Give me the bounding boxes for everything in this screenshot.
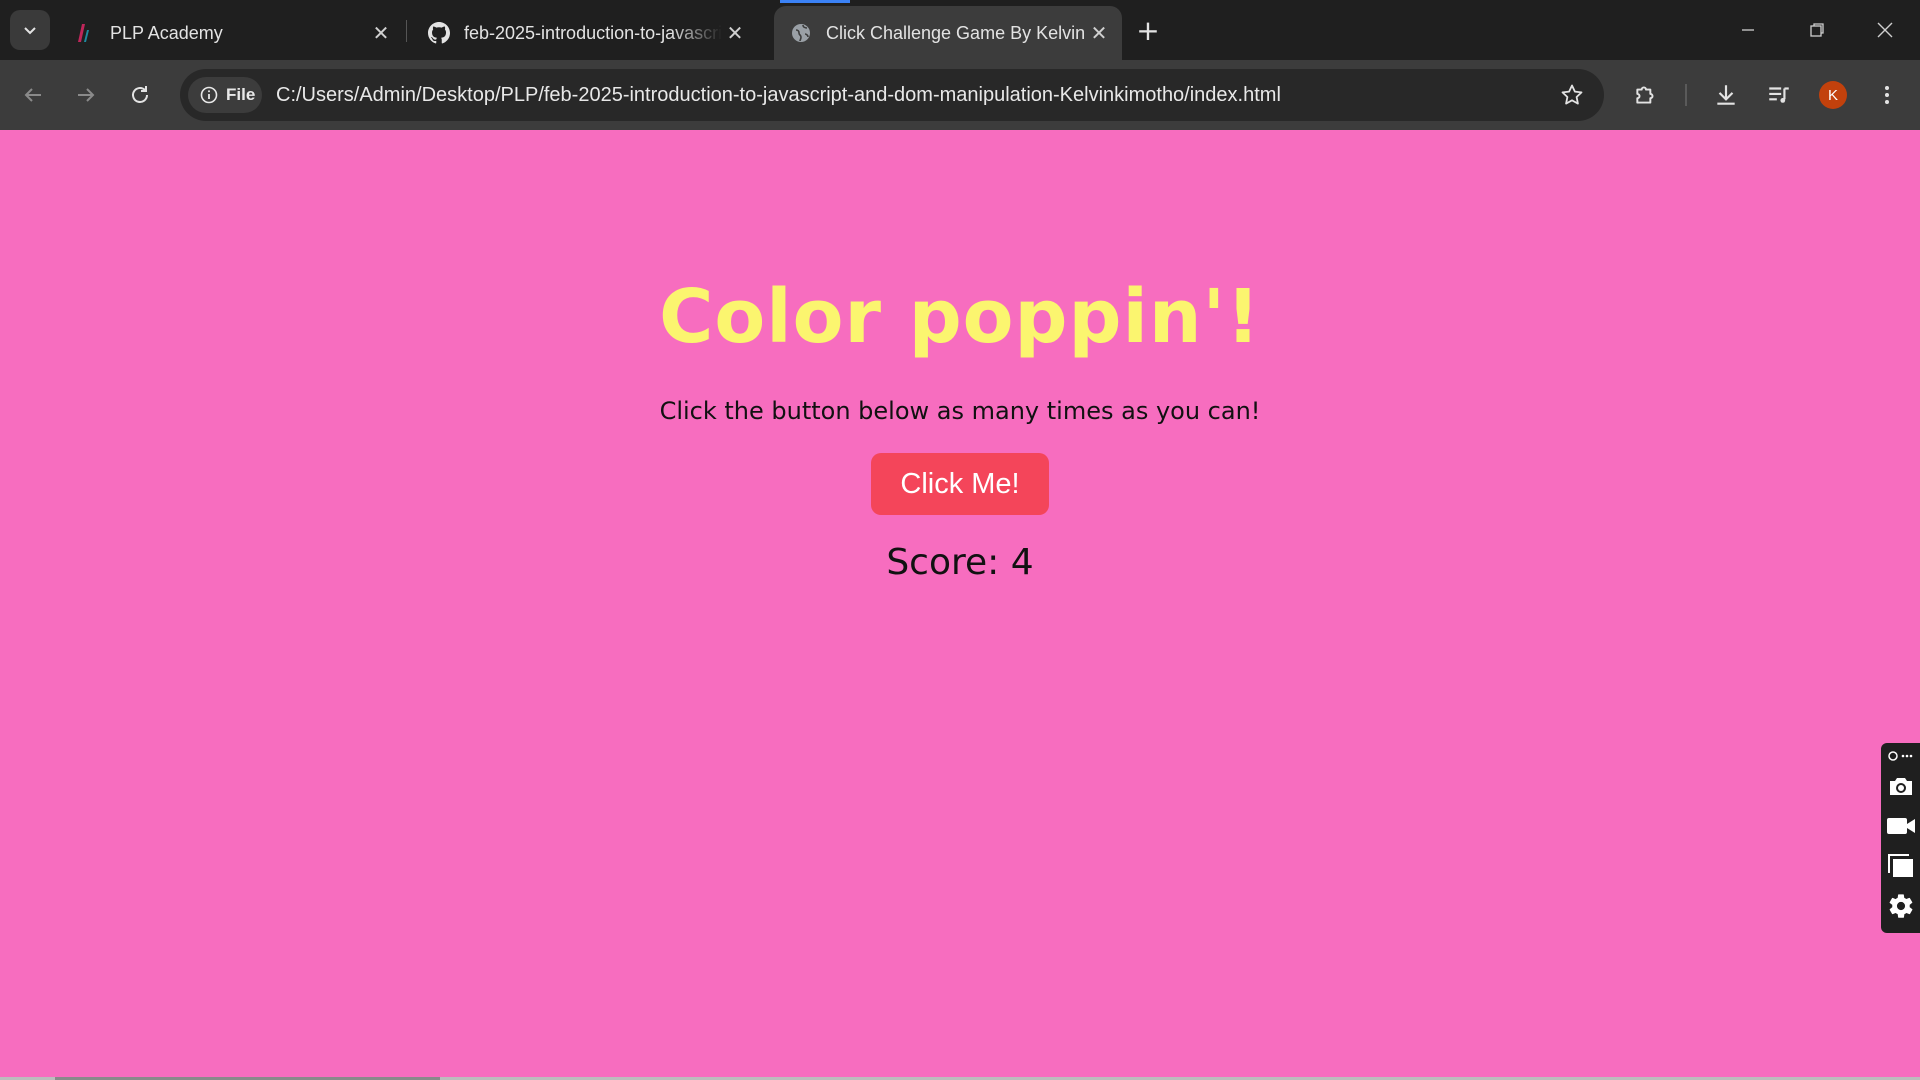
- window-capture-icon: [1888, 854, 1913, 877]
- game-instructions: Click the button below as many times as …: [659, 397, 1261, 425]
- window-capture-button[interactable]: [1885, 850, 1917, 882]
- tab-search-button[interactable]: [10, 10, 50, 50]
- bookmark-star-button[interactable]: [1558, 81, 1586, 109]
- camera-icon: [1890, 778, 1912, 795]
- reload-button[interactable]: [121, 76, 159, 114]
- game-page: Color poppin'! Click the button below as…: [0, 130, 1920, 1080]
- restore-icon: [1810, 23, 1824, 37]
- downloads-button[interactable]: [1707, 76, 1745, 114]
- globe-icon: [790, 22, 812, 44]
- address-bar[interactable]: File C:/Users/Admin/Desktop/PLP/feb-2025…: [180, 69, 1604, 121]
- tab-divider: [406, 20, 407, 42]
- record-video-button[interactable]: [1885, 810, 1917, 842]
- tab-github-repo[interactable]: feb-2025-introduction-to-javascript-and-…: [412, 6, 758, 60]
- arrow-right-icon: [78, 88, 95, 102]
- video-icon: [1887, 818, 1915, 834]
- forward-button[interactable]: [67, 76, 105, 114]
- screenshot-button[interactable]: [1885, 770, 1917, 802]
- reload-icon: [132, 86, 148, 103]
- close-icon: [1877, 22, 1893, 38]
- tab-title: PLP Academy: [110, 22, 223, 43]
- star-icon: [1561, 84, 1583, 105]
- toolbar-divider: [1685, 84, 1687, 106]
- media-controls-button[interactable]: [1760, 76, 1798, 114]
- site-info-chip[interactable]: File: [188, 77, 262, 113]
- site-chip-label: File: [226, 85, 256, 104]
- plp-logo-icon: [74, 22, 96, 44]
- plus-icon: +: [1136, 13, 1160, 47]
- score-label: Score:: [886, 542, 1000, 583]
- back-button[interactable]: [14, 76, 52, 114]
- score-display: Score: 4: [0, 542, 1920, 583]
- chevron-down-icon: [24, 27, 36, 35]
- tab-close-icon[interactable]: ✕: [722, 20, 748, 46]
- kebab-menu-icon: [1885, 86, 1889, 104]
- info-icon: [200, 86, 218, 104]
- puzzle-icon: [1636, 86, 1654, 104]
- widget-settings-button[interactable]: [1885, 890, 1917, 922]
- url-text[interactable]: C:/Users/Admin/Desktop/PLP/feb-2025-intr…: [276, 69, 1281, 121]
- minimize-icon: [1742, 29, 1754, 31]
- profile-avatar[interactable]: K: [1819, 81, 1847, 109]
- game-title: Color poppin'!: [659, 274, 1261, 360]
- screen-capture-widget: [1881, 743, 1920, 933]
- click-me-button[interactable]: Click Me!: [871, 453, 1049, 515]
- download-icon: [1717, 85, 1735, 105]
- more-options-icon: [1888, 751, 1913, 761]
- browser-toolbar: File C:/Users/Admin/Desktop/PLP/feb-2025…: [0, 60, 1920, 130]
- settings-gear-icon: [1889, 894, 1913, 918]
- tab-close-icon[interactable]: ✕: [368, 20, 394, 46]
- tab-plp-academy[interactable]: PLP Academy ✕: [58, 6, 404, 60]
- tab-click-challenge[interactable]: Click Challenge Game By Kelvin ✕: [774, 6, 1122, 60]
- browser-menu-button[interactable]: [1868, 76, 1906, 114]
- close-window-button[interactable]: [1865, 12, 1905, 48]
- tab-loading-indicator: [780, 0, 850, 3]
- tab-close-icon[interactable]: ✕: [1086, 20, 1112, 46]
- score-value: 4: [1010, 542, 1034, 583]
- github-icon: [428, 22, 450, 44]
- extensions-button[interactable]: [1627, 76, 1665, 114]
- minimize-button[interactable]: [1728, 12, 1768, 48]
- arrow-left-icon: [24, 88, 41, 102]
- new-tab-button[interactable]: +: [1132, 13, 1164, 47]
- tab-strip: PLP Academy ✕ feb-2025-introduction-to-j…: [0, 0, 1920, 60]
- tab-title: Click Challenge Game By Kelvin: [826, 22, 1086, 43]
- restore-button[interactable]: [1797, 12, 1837, 48]
- playlist-music-icon: [1769, 87, 1789, 103]
- widget-options-button[interactable]: [1885, 747, 1917, 765]
- tab-title: feb-2025-introduction-to-javascript-and-…: [464, 22, 722, 43]
